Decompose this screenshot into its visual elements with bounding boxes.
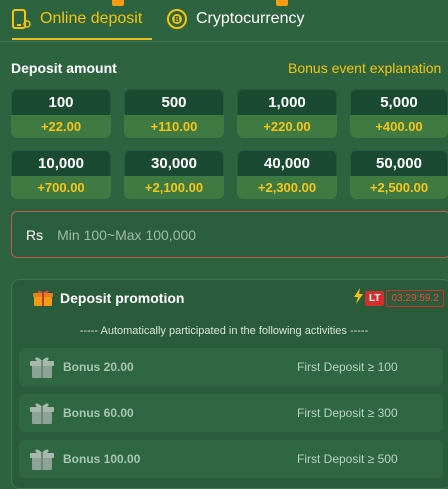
gift-box-icon <box>29 400 55 426</box>
promotion-item-name: Bonus 20.00 <box>63 360 134 374</box>
amount-option-50000[interactable]: 50,000 +2,500.00 <box>350 150 448 199</box>
promotion-item: Bonus 20.00 First Deposit ≥ 100 <box>19 348 443 386</box>
amount-value: 5,000 <box>380 93 418 111</box>
amount-option-5000[interactable]: 5,000 +400.00 <box>350 89 448 138</box>
promotion-item-condition: First Deposit ≥ 500 <box>297 452 398 466</box>
tab-online-deposit-label: Online deposit <box>40 10 143 27</box>
amount-value: 500 <box>161 93 187 111</box>
amount-bonus: +2,500.00 <box>350 176 448 199</box>
amount-bonus: +400.00 <box>350 115 448 138</box>
amount-value: 50,000 <box>376 154 422 172</box>
gift-badge-icon <box>112 0 124 6</box>
tab-cryptocurrency-label: Cryptocurrency <box>196 10 305 27</box>
amount-value: 40,000 <box>264 154 310 172</box>
auto-participation-note: ----- Automatically participated in the … <box>79 325 369 337</box>
gift-box-icon <box>29 446 55 472</box>
lightning-icon <box>354 287 363 309</box>
tab-cryptocurrency[interactable]: B Cryptocurrency <box>166 6 304 32</box>
promotion-item-name: Bonus 60.00 <box>63 406 134 420</box>
gift-badge-icon <box>276 0 288 6</box>
amount-value: 30,000 <box>151 154 197 172</box>
bonus-event-explanation-link[interactable]: Bonus event explanation <box>288 60 441 76</box>
tab-divider <box>0 41 448 42</box>
amount-option-40000[interactable]: 40,000 +2,300.00 <box>237 150 337 199</box>
amount-option-1000[interactable]: 1,000 +220.00 <box>237 89 337 138</box>
amount-bonus: +220.00 <box>237 115 337 138</box>
amount-option-30000[interactable]: 30,000 +2,100.00 <box>124 150 224 199</box>
promotion-item: Bonus 60.00 First Deposit ≥ 300 <box>19 394 443 432</box>
timer-badge: LT <box>365 290 385 306</box>
amount-bonus: +2,300.00 <box>237 176 337 199</box>
promotion-timer: LT 03:29:59.2 <box>354 287 444 309</box>
promotion-item-name: Bonus 100.00 <box>63 452 141 466</box>
svg-text:B: B <box>174 15 180 24</box>
amount-bonus: +22.00 <box>11 115 111 138</box>
amount-option-10000[interactable]: 10,000 +700.00 <box>11 150 111 199</box>
amount-value: 100 <box>48 93 74 111</box>
promotion-item: Bonus 100.00 First Deposit ≥ 500 <box>19 440 443 478</box>
tab-online-deposit[interactable]: Online deposit <box>10 6 142 32</box>
promotion-item-condition: First Deposit ≥ 100 <box>297 360 398 374</box>
active-tab-indicator <box>12 38 152 40</box>
currency-symbol: Rs <box>26 226 44 243</box>
promotion-item-condition: First Deposit ≥ 300 <box>297 406 398 420</box>
deposit-amount-title: Deposit amount <box>11 60 117 76</box>
amount-option-100[interactable]: 100 +22.00 <box>11 89 111 138</box>
deposit-amount-input[interactable] <box>55 225 360 244</box>
amount-value: 10,000 <box>38 154 84 172</box>
amount-option-500[interactable]: 500 +110.00 <box>124 89 224 138</box>
deposit-promotion-title: Deposit promotion <box>60 290 185 306</box>
deposit-tabs: Online deposit B Cryptocurrency <box>0 0 448 42</box>
countdown-timer: 03:29:59.2 <box>386 289 444 307</box>
amount-bonus: +2,100.00 <box>124 176 224 199</box>
gift-box-icon <box>29 354 55 380</box>
crypto-coin-icon: B <box>166 8 188 30</box>
deposit-amount-field: Rs <box>11 211 448 258</box>
phone-deposit-icon <box>10 8 32 30</box>
amount-bonus: +110.00 <box>124 115 224 138</box>
amount-value: 1,000 <box>268 93 306 111</box>
gift-icon <box>33 289 53 307</box>
amount-bonus: +700.00 <box>11 176 111 199</box>
